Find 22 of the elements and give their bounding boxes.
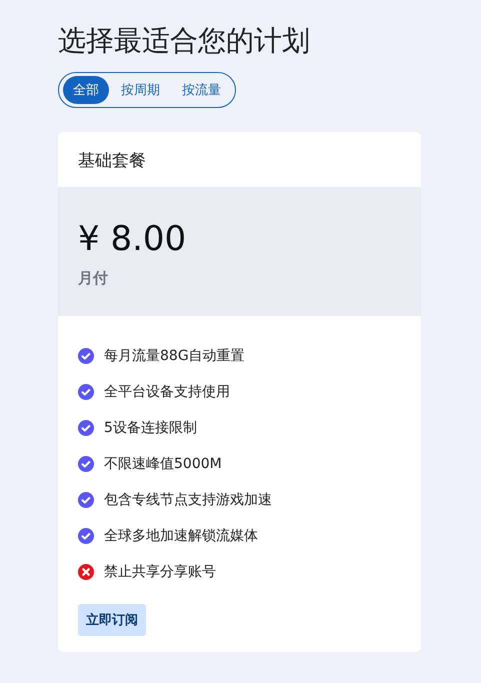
page-title: 选择最适合您的计划	[58, 23, 311, 59]
check-circle-icon	[78, 420, 94, 436]
check-circle-icon	[78, 384, 94, 400]
price: ¥ 8.00	[78, 218, 188, 261]
subscribe-button[interactable]: 立即订阅	[78, 604, 146, 636]
tab[interactable]: 按周期	[111, 76, 170, 104]
tab[interactable]: 全部	[63, 76, 109, 104]
feature-text: 不限速峰值5000M	[104, 455, 222, 473]
feature-text: 全球多地加速解锁流媒体	[104, 527, 258, 545]
cross-circle-icon	[78, 564, 94, 580]
billing-period: 月付	[78, 269, 109, 288]
check-circle-icon	[78, 528, 94, 544]
check-circle-icon	[78, 348, 94, 364]
feature-text: 禁止共享分享账号	[104, 563, 216, 581]
plan-name: 基础套餐	[77, 150, 147, 173]
tab[interactable]: 按流量	[172, 76, 231, 104]
check-circle-icon	[78, 492, 94, 508]
feature-text: 每月流量88G自动重置	[104, 347, 245, 365]
check-circle-icon	[78, 456, 94, 472]
feature-text: 包含专线节点支持游戏加速	[104, 491, 272, 509]
feature-text: 全平台设备支持使用	[104, 383, 230, 401]
feature-text: 5设备连接限制	[104, 419, 197, 437]
